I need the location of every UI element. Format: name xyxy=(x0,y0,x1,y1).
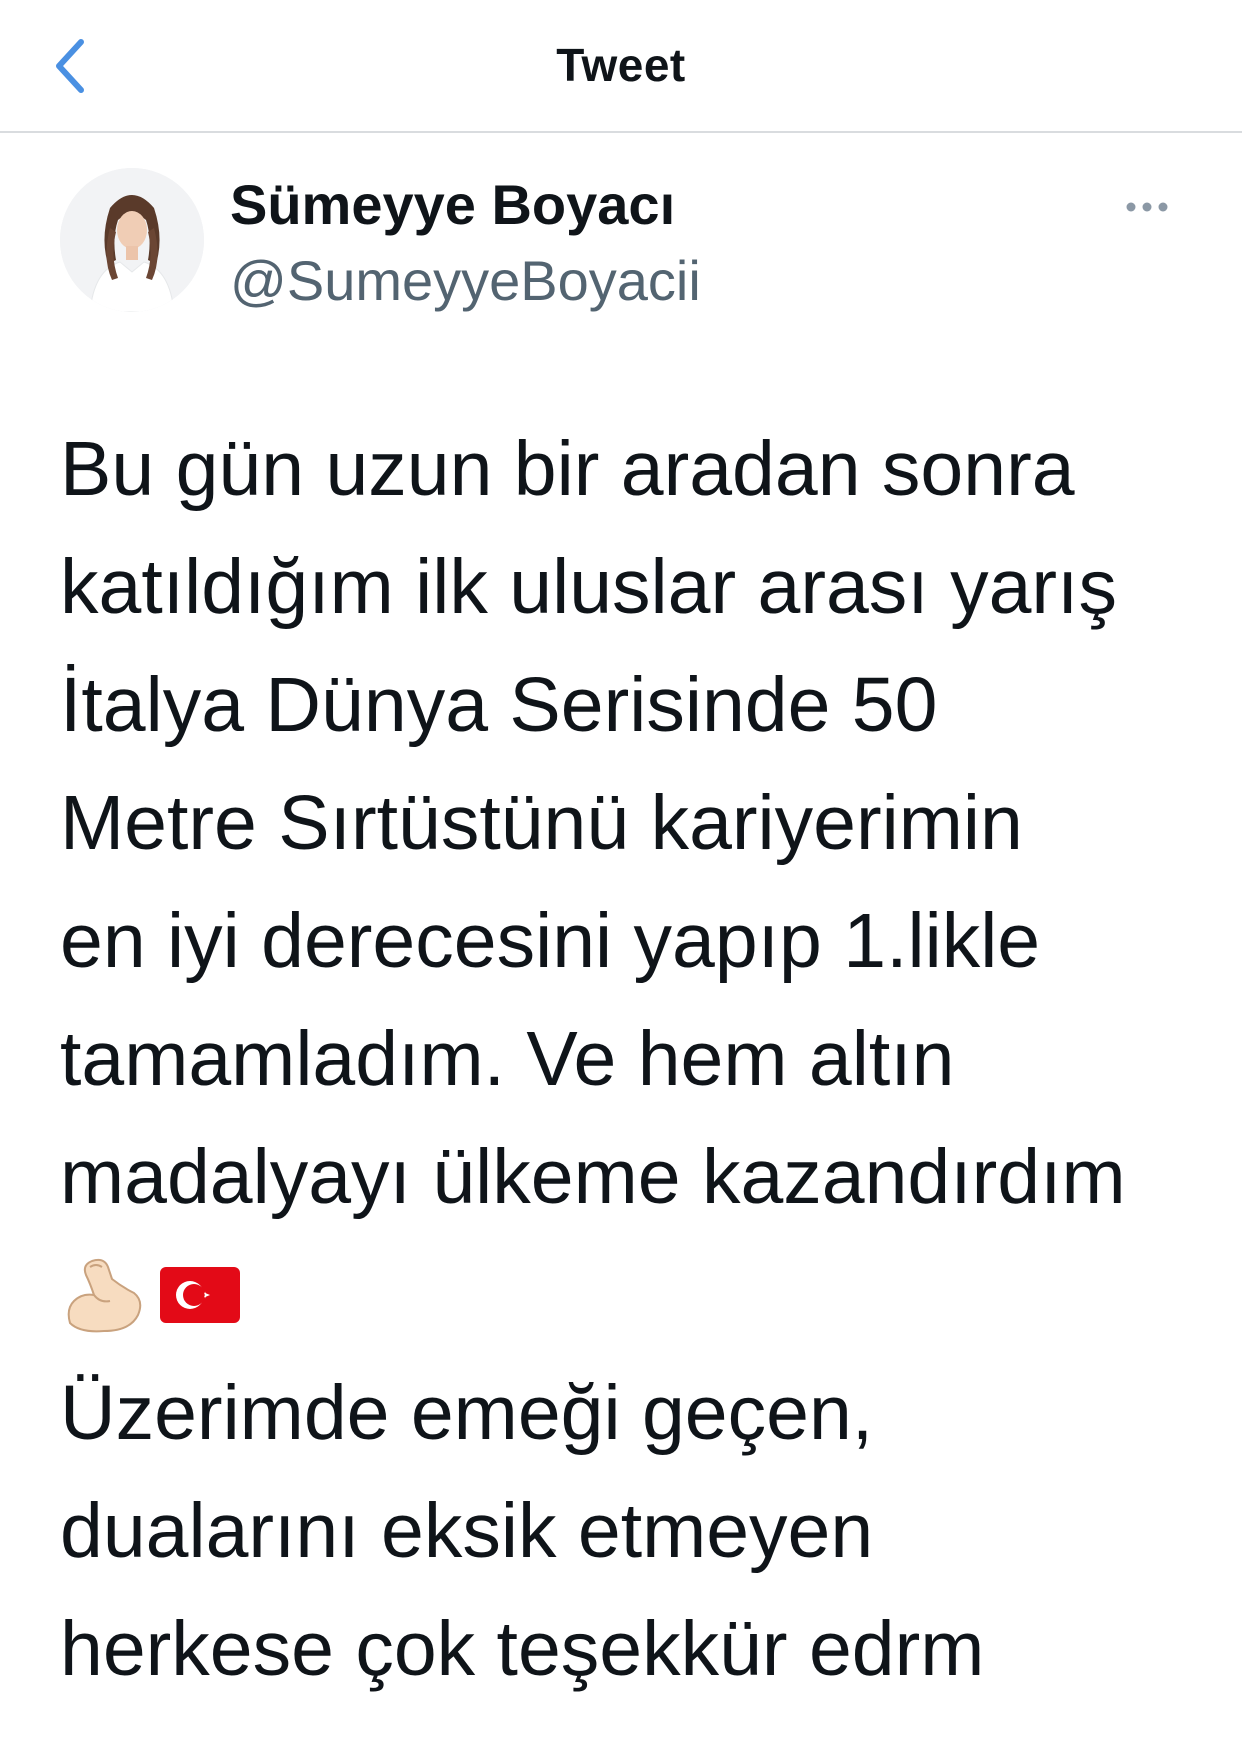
tweet-line: herkese çok teşekkür edrm xyxy=(60,1606,985,1692)
tweet-line: Üzerimde emeği geçen, xyxy=(60,1370,874,1456)
profile-photo-icon xyxy=(60,168,204,312)
tweet-line: madalyayı ülkeme kazandırdım xyxy=(60,1134,1126,1220)
tweet-line: dualarını eksik etmeyen xyxy=(60,1488,874,1574)
tweet-line: Bu gün uzun bir aradan sonra xyxy=(60,426,1075,512)
author-display-name[interactable]: Sümeyye Boyacı xyxy=(230,172,675,237)
more-options-button[interactable] xyxy=(1112,190,1182,224)
tweet-line: Metre Sırtüstünü kariyerimin xyxy=(60,780,1023,866)
more-horizontal-icon xyxy=(1126,202,1168,212)
tweet-line: İtalya Dünya Serisinde 50 xyxy=(60,662,938,748)
avatar[interactable] xyxy=(60,168,204,312)
page-title: Tweet xyxy=(556,39,686,91)
emoji-line xyxy=(60,1236,1200,1354)
tweet-line: tamamladım. Ve hem altın xyxy=(60,1016,955,1102)
turkey-flag-emoji xyxy=(160,1267,240,1323)
tweet-author: Sümeyye Boyacı @SumeyyeBoyacii xyxy=(60,168,1182,318)
tweet-text: Bu gün uzun bir aradan sonra katıldığım … xyxy=(60,410,1200,1708)
flexed-biceps-emoji xyxy=(67,1258,142,1333)
top-nav-bar: Tweet xyxy=(0,0,1242,133)
tweet-line: katıldığım ilk uluslar arası yarış xyxy=(60,544,1117,630)
author-handle[interactable]: @SumeyyeBoyacii xyxy=(230,248,701,313)
tweet-line: en iyi derecesini yapıp 1.likle xyxy=(60,898,1041,984)
